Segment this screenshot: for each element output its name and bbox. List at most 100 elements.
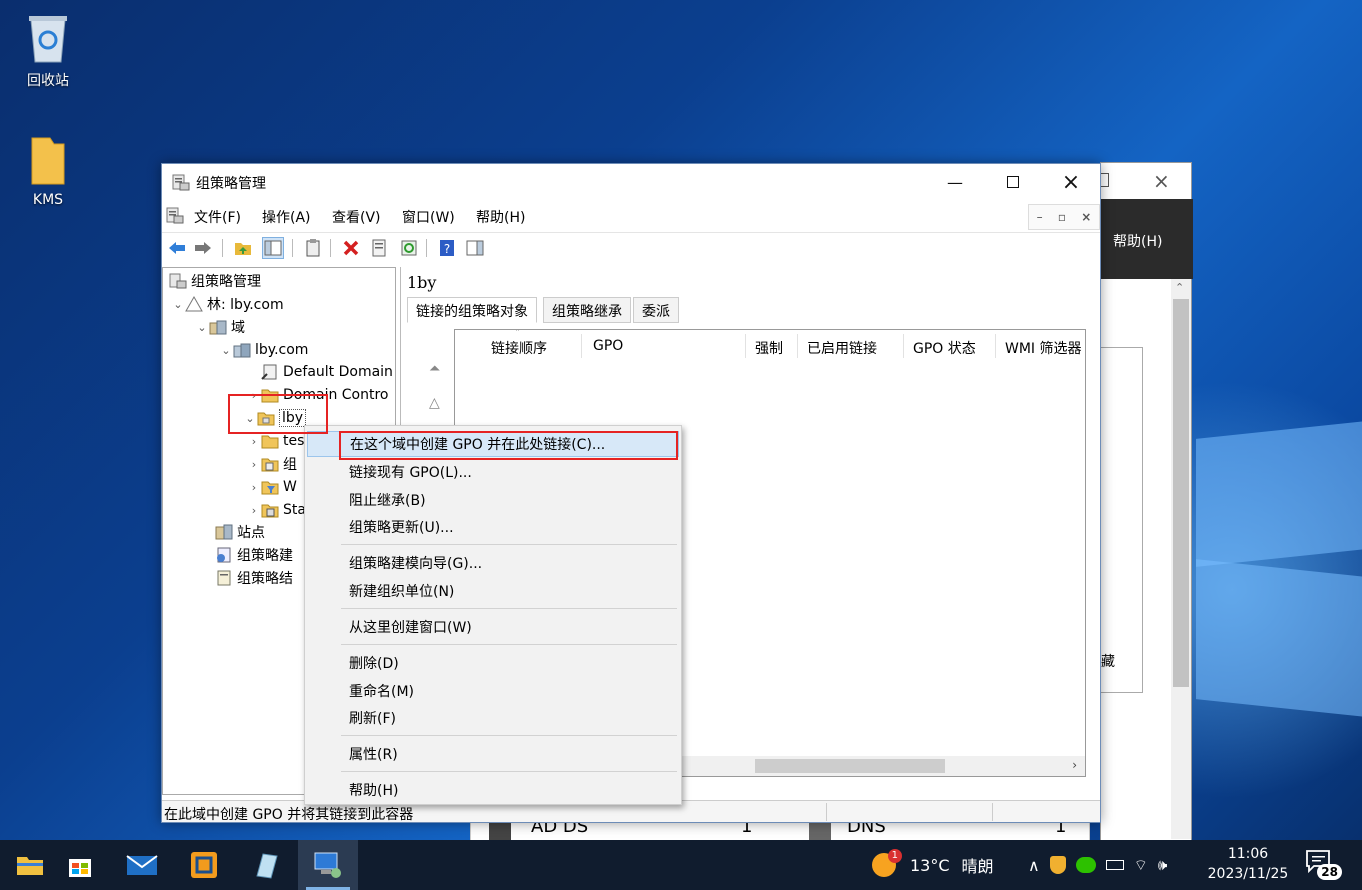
scroll-right-icon[interactable]: ›	[1072, 758, 1077, 772]
column-gpo[interactable]: GPO	[593, 338, 623, 354]
menu-file[interactable]: 文件(F)	[194, 207, 241, 227]
tree-node-ou-lby[interactable]: ⌄ lby	[243, 407, 307, 429]
bg-maximize-icon[interactable]	[1101, 173, 1109, 187]
column-gpo-status[interactable]: GPO 状态	[913, 338, 976, 358]
show-hidden-icons-chevron-icon[interactable]: ∧	[1028, 856, 1040, 875]
expand-chevron-icon[interactable]: ›	[247, 458, 261, 471]
maximize-button[interactable]	[984, 164, 1042, 200]
refresh-icon	[401, 240, 417, 256]
menu-item-link-existing-gpo[interactable]: 链接现有 GPO(L)...	[307, 459, 679, 485]
battery-icon[interactable]	[1105, 860, 1124, 870]
tree-node-sites[interactable]: 站点	[215, 521, 265, 543]
menu-window[interactable]: 窗口(W)	[402, 207, 455, 227]
wechat-icon[interactable]	[1075, 857, 1096, 873]
taskbar-app-orange[interactable]	[174, 840, 234, 890]
delete-button[interactable]	[340, 237, 362, 259]
tree-node-default-domain-policy[interactable]: Default Domain	[261, 361, 393, 383]
back-button[interactable]	[166, 237, 188, 259]
bg-help-menu[interactable]: 帮助(H)	[1101, 199, 1193, 279]
menu-item-properties[interactable]: 属性(R)	[307, 741, 679, 767]
menu-item-gp-update[interactable]: 组策略更新(U)...	[307, 514, 679, 540]
toolbar-separator	[330, 239, 331, 257]
menu-item-modeling-wizard[interactable]: 组策略建模向导(G)...	[307, 550, 679, 576]
bg-scroll-up-icon[interactable]: ⌃	[1175, 281, 1184, 294]
tree-node-child-test[interactable]: › tes	[247, 430, 305, 452]
toolbar-separator	[426, 239, 427, 257]
column-enforced[interactable]: 强制	[755, 338, 783, 358]
tab-gp-inheritance[interactable]: 组策略继承	[543, 297, 631, 323]
taskbar-mail[interactable]	[112, 840, 172, 890]
clock[interactable]: 11:06 2023/11/25	[1198, 844, 1298, 884]
tree-node-domains[interactable]: ⌄ 域	[195, 316, 245, 338]
menu-view[interactable]: 查看(V)	[332, 207, 381, 227]
show-hide-console-tree-button[interactable]	[262, 237, 284, 259]
column-link-order[interactable]: 链接顺序	[491, 338, 547, 358]
back-arrow-icon	[169, 242, 185, 254]
title-bar[interactable]: 组策略管理 — ×	[162, 164, 1100, 200]
mdi-minimize-button[interactable]: –	[1037, 210, 1043, 224]
list-scroll-thumb[interactable]	[755, 759, 945, 773]
expand-chevron-icon[interactable]: ›	[247, 504, 261, 517]
menu-item-create-gpo-and-link[interactable]: 在这个域中创建 GPO 并在此处链接(C)...	[307, 431, 679, 457]
expand-chevron-icon[interactable]: ›	[247, 435, 261, 448]
window-title: 组策略管理	[196, 176, 266, 192]
collapse-chevron-icon[interactable]: ⌄	[243, 412, 257, 425]
collapse-chevron-icon[interactable]: ⌄	[219, 344, 233, 357]
menu-item-block-inheritance[interactable]: 阻止继承(B)	[307, 487, 679, 513]
refresh-button[interactable]	[398, 237, 420, 259]
toolbar: ?	[162, 232, 1100, 262]
tree-node-domain-controllers[interactable]: › Domain Contro	[247, 384, 389, 406]
up-level-button[interactable]	[232, 237, 254, 259]
mdi-restore-button[interactable]: ▫	[1058, 210, 1066, 224]
properties-button[interactable]	[368, 237, 390, 259]
tree-node-domain-lby-com[interactable]: ⌄ lby.com	[219, 339, 308, 361]
tab-linked-gpos[interactable]: 链接的组策略对象	[407, 297, 537, 323]
tree-node-wmi-filters[interactable]: › W	[247, 476, 297, 498]
mdi-close-button[interactable]: ×	[1081, 210, 1091, 224]
taskbar-gpmc[interactable]	[298, 840, 358, 890]
show-action-pane-button[interactable]	[464, 237, 486, 259]
menu-item-new-window-from-here[interactable]: 从这里创建窗口(W)	[307, 614, 679, 640]
tree-node-gp-modeling[interactable]: 组策略建	[215, 544, 293, 566]
menu-help[interactable]: 帮助(H)	[476, 207, 525, 227]
tree-node-gp-results[interactable]: 组策略结	[215, 567, 293, 589]
tree-node-gpmc-root[interactable]: 组策略管理	[169, 270, 261, 292]
menu-item-refresh[interactable]: 刷新(F)	[307, 705, 679, 731]
recycle-bin-desktop-icon[interactable]: 回收站	[8, 10, 88, 90]
tree-node-forest[interactable]: ⌄ 林: lby.com	[171, 293, 284, 315]
expand-chevron-icon[interactable]: ›	[247, 389, 261, 402]
column-separator	[745, 334, 746, 358]
column-link-enabled[interactable]: 已启用链接	[807, 338, 877, 358]
menu-item-rename[interactable]: 重命名(M)	[307, 678, 679, 704]
collapse-chevron-icon[interactable]: ⌄	[195, 321, 209, 334]
network-wifi-icon[interactable]: ⌔	[1134, 856, 1148, 875]
menu-action[interactable]: 操作(A)	[262, 207, 311, 227]
menu-item-new-ou[interactable]: 新建组织单位(N)	[307, 578, 679, 604]
tree-node-gpo-objects[interactable]: › 组	[247, 453, 297, 475]
menu-item-delete[interactable]: 删除(D)	[307, 650, 679, 676]
minimize-button[interactable]: —	[926, 164, 984, 200]
expand-chevron-icon[interactable]: ›	[247, 481, 261, 494]
taskbar-app-pen[interactable]	[236, 840, 296, 890]
close-button[interactable]: ×	[1042, 164, 1100, 200]
kms-folder-desktop-icon[interactable]: KMS	[8, 134, 88, 208]
move-up-icon[interactable]: △	[429, 395, 440, 411]
context-menu: 在这个域中创建 GPO 并在此处链接(C)... 链接现有 GPO(L)... …	[304, 425, 682, 805]
bg-scrollbar-thumb[interactable]	[1173, 299, 1189, 687]
copy-button[interactable]	[302, 237, 324, 259]
tree-node-starter-gpos[interactable]: › Sta	[247, 499, 306, 521]
move-to-top-icon[interactable]: ⏶	[429, 361, 440, 377]
weather-widget[interactable]: 1 13°C 晴朗	[872, 840, 994, 890]
bg-close-icon[interactable]: ×	[1153, 169, 1170, 193]
menu-item-help[interactable]: 帮助(H)	[307, 777, 679, 803]
forward-button[interactable]	[192, 237, 214, 259]
collapse-chevron-icon[interactable]: ⌄	[171, 298, 185, 311]
notification-center-button[interactable]: 28	[1304, 848, 1344, 882]
help-button[interactable]: ?	[436, 237, 458, 259]
volume-speaker-icon[interactable]: 🕪	[1158, 856, 1167, 874]
bg-titlebar: ×	[1101, 163, 1191, 199]
security-shield-icon[interactable]	[1049, 856, 1066, 874]
tab-delegation[interactable]: 委派	[633, 297, 679, 323]
taskbar-store[interactable]	[50, 840, 110, 890]
column-wmi-filter[interactable]: WMI 筛选器	[1005, 338, 1082, 358]
